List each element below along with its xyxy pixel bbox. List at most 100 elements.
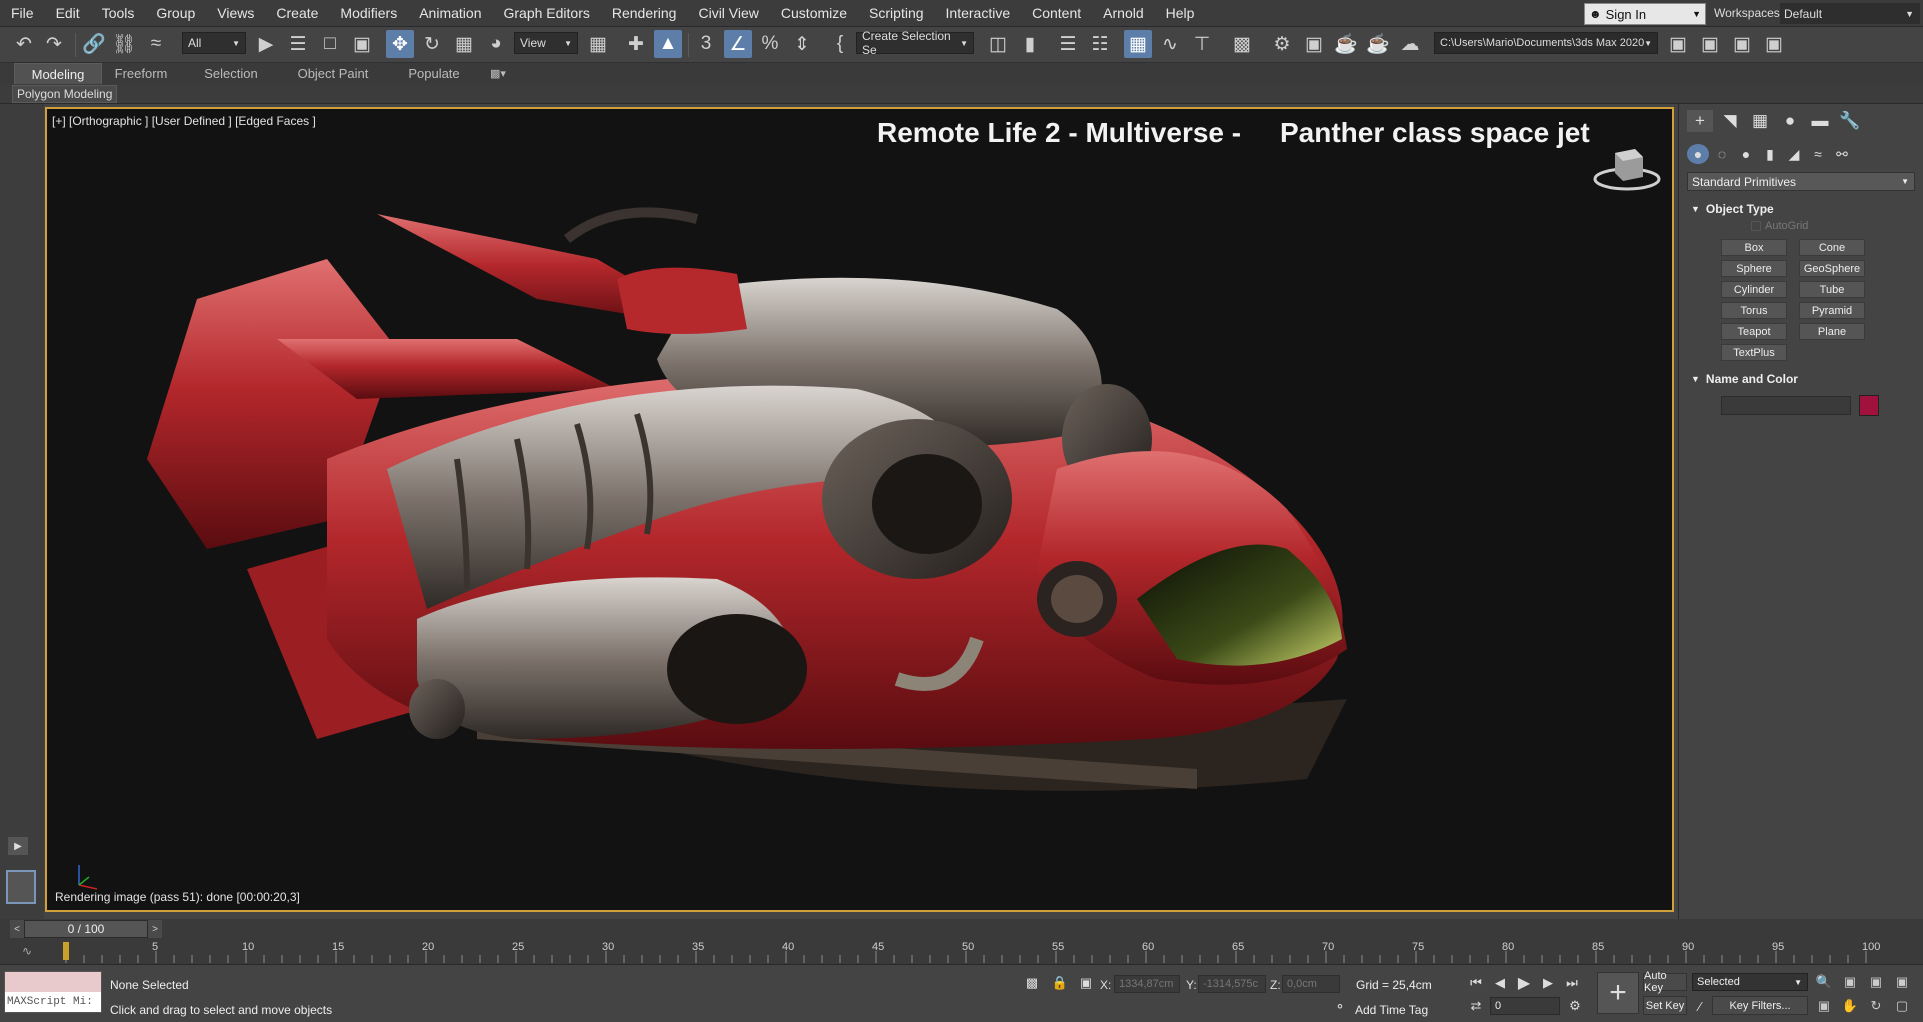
window-crossing-icon[interactable]: ▣: [348, 30, 376, 58]
viewcube-icon[interactable]: [1587, 139, 1667, 199]
menu-file[interactable]: File: [0, 0, 45, 26]
render-setup-icon[interactable]: ⚙: [1268, 30, 1296, 58]
maxscript-listener[interactable]: MAXScript Mi:: [4, 971, 102, 1013]
add-time-tag-button[interactable]: Add Time Tag: [1355, 1003, 1428, 1017]
project-open-icon[interactable]: ▣: [1696, 30, 1724, 58]
sign-in-dropdown[interactable]: ☻ Sign In ▼: [1584, 3, 1706, 25]
textplus-button[interactable]: TextPlus: [1721, 344, 1787, 361]
systems-icon[interactable]: ⚯: [1831, 144, 1853, 164]
menu-group[interactable]: Group: [145, 0, 206, 26]
zoom-extents-icon[interactable]: ▣: [1866, 973, 1886, 991]
edit-named-selection-icon[interactable]: {: [826, 30, 854, 58]
menu-scripting[interactable]: Scripting: [858, 0, 934, 26]
select-move-icon[interactable]: ✥: [386, 30, 414, 58]
object-color-swatch[interactable]: [1859, 395, 1879, 416]
select-scale-icon[interactable]: ▦: [450, 30, 478, 58]
layer-explorer-icon[interactable]: ☷: [1086, 30, 1114, 58]
frame-counter[interactable]: 0 / 100: [24, 920, 148, 938]
cameras-icon[interactable]: ▮: [1759, 144, 1781, 164]
track-bar[interactable]: ∿ 5 10 15 20 25 30 35 40 45 50 55 60 65 70 75 80 85 90 95 1…: [0, 939, 1923, 965]
object-name-field[interactable]: [1721, 396, 1851, 415]
cylinder-button[interactable]: Cylinder: [1721, 281, 1787, 298]
tab-modeling[interactable]: Modeling: [14, 63, 102, 84]
shapes-icon[interactable]: ◌: [1711, 144, 1733, 164]
sphere-button[interactable]: Sphere: [1721, 260, 1787, 277]
space-warps-icon[interactable]: ≈: [1807, 144, 1829, 164]
create-tab-icon[interactable]: +: [1687, 110, 1713, 132]
display-tab-icon[interactable]: ▬: [1807, 110, 1833, 132]
select-object-icon[interactable]: ▶: [252, 30, 280, 58]
name-and-color-rollout[interactable]: ▼ Name and Color: [1687, 370, 1915, 388]
material-editor-icon[interactable]: ▩: [1228, 30, 1256, 58]
primitive-type-dropdown[interactable]: Standard Primitives ▼: [1687, 172, 1915, 191]
select-manipulate-icon[interactable]: ✚: [622, 30, 650, 58]
current-frame-field[interactable]: 0: [1490, 997, 1560, 1015]
a360-gallery-icon[interactable]: [1396, 30, 1424, 58]
selection-lock-icon[interactable]: 🔒: [1050, 974, 1070, 992]
tube-button[interactable]: Tube: [1799, 281, 1865, 298]
keyboard-shortcut-override-icon[interactable]: ▲: [654, 30, 682, 58]
field-of-view-icon[interactable]: ▣: [1814, 997, 1834, 1015]
pivot-center-icon[interactable]: ▦: [584, 30, 612, 58]
menu-arnold[interactable]: Arnold: [1092, 0, 1154, 26]
key-mode-toggle-icon[interactable]: ⇄: [1466, 997, 1486, 1015]
align-icon[interactable]: ▮: [1016, 30, 1044, 58]
lights-icon[interactable]: ●: [1735, 144, 1757, 164]
zoom-all-icon[interactable]: ▣: [1840, 973, 1860, 991]
zoom-icon[interactable]: 🔍: [1814, 973, 1834, 991]
viewport-layout-thumbnail[interactable]: [6, 870, 36, 904]
time-slider[interactable]: < 0 / 100 >: [0, 919, 1923, 939]
go-to-end-icon[interactable]: ⏭: [1562, 974, 1582, 992]
select-by-name-icon[interactable]: ☰: [284, 30, 312, 58]
key-tangent-icon[interactable]: ∕: [1690, 997, 1710, 1015]
link-icon[interactable]: 🔗: [80, 30, 108, 58]
menu-customize[interactable]: Customize: [770, 0, 858, 26]
utilities-tab-icon[interactable]: 🔧: [1837, 110, 1863, 132]
render-iterative-icon[interactable]: ☕: [1364, 30, 1392, 58]
key-mode-dropdown[interactable]: Selected ▼: [1692, 973, 1808, 991]
menu-graph-editors[interactable]: Graph Editors: [492, 0, 600, 26]
spinner-snap-icon[interactable]: ⇕: [788, 30, 816, 58]
tab-selection[interactable]: Selection: [190, 63, 272, 84]
zoom-extents-all-icon[interactable]: ▣: [1892, 973, 1912, 991]
menu-views[interactable]: Views: [206, 0, 265, 26]
mirror-icon[interactable]: ◫: [984, 30, 1012, 58]
pan-icon[interactable]: ✋: [1840, 997, 1860, 1015]
redo-icon[interactable]: ↷: [40, 30, 68, 58]
menu-rendering[interactable]: Rendering: [601, 0, 688, 26]
hierarchy-tab-icon[interactable]: ▦: [1747, 110, 1773, 132]
play-icon[interactable]: ▶: [1514, 974, 1534, 992]
menu-interactive[interactable]: Interactive: [935, 0, 1022, 26]
percent-snap-icon[interactable]: %: [756, 30, 784, 58]
motion-tab-icon[interactable]: ●: [1777, 110, 1803, 132]
set-key-button[interactable]: Set Key: [1643, 996, 1687, 1015]
tab-object-paint[interactable]: Object Paint: [290, 63, 376, 84]
box-button[interactable]: Box: [1721, 239, 1787, 256]
toggle-ribbon-icon[interactable]: ▦: [1124, 30, 1152, 58]
menu-create[interactable]: Create: [265, 0, 329, 26]
curve-editor-icon[interactable]: ∿: [1156, 30, 1184, 58]
viewport-label[interactable]: [+] [Orthographic ] [User Defined ] [Edg…: [52, 114, 316, 128]
render-production-icon[interactable]: ☕: [1332, 30, 1360, 58]
polygon-modeling-panel[interactable]: Polygon Modeling: [12, 85, 118, 103]
next-frame-icon[interactable]: ▶: [1538, 974, 1558, 992]
orbit-icon[interactable]: ↻: [1866, 997, 1886, 1015]
ribbon-options-icon[interactable]: ▩▾: [484, 63, 512, 84]
viewport[interactable]: [+] [Orthographic ] [User Defined ] [Edg…: [45, 107, 1674, 912]
select-rotate-icon[interactable]: ↻: [418, 30, 446, 58]
next-frame-arrow-icon[interactable]: >: [148, 920, 162, 938]
selection-filter-dropdown[interactable]: All ▼: [182, 32, 246, 54]
rectangular-selection-icon[interactable]: □: [316, 30, 344, 58]
undo-icon[interactable]: ↶: [10, 30, 38, 58]
absolute-mode-icon[interactable]: ▣: [1076, 974, 1096, 992]
y-coord-field[interactable]: -1314,575c: [1198, 975, 1266, 993]
geometry-icon[interactable]: ●: [1687, 144, 1709, 164]
angle-snap-icon[interactable]: ∠: [724, 30, 752, 58]
z-coord-field[interactable]: 0,0cm: [1282, 975, 1340, 993]
menu-help[interactable]: Help: [1155, 0, 1206, 26]
tab-populate[interactable]: Populate: [396, 63, 472, 84]
expand-layout-icon[interactable]: ▶: [8, 837, 28, 855]
select-place-icon[interactable]: ◕: [482, 30, 510, 58]
snaps-toggle-icon[interactable]: 3: [692, 30, 720, 58]
project-set-icon[interactable]: ▣: [1664, 30, 1692, 58]
